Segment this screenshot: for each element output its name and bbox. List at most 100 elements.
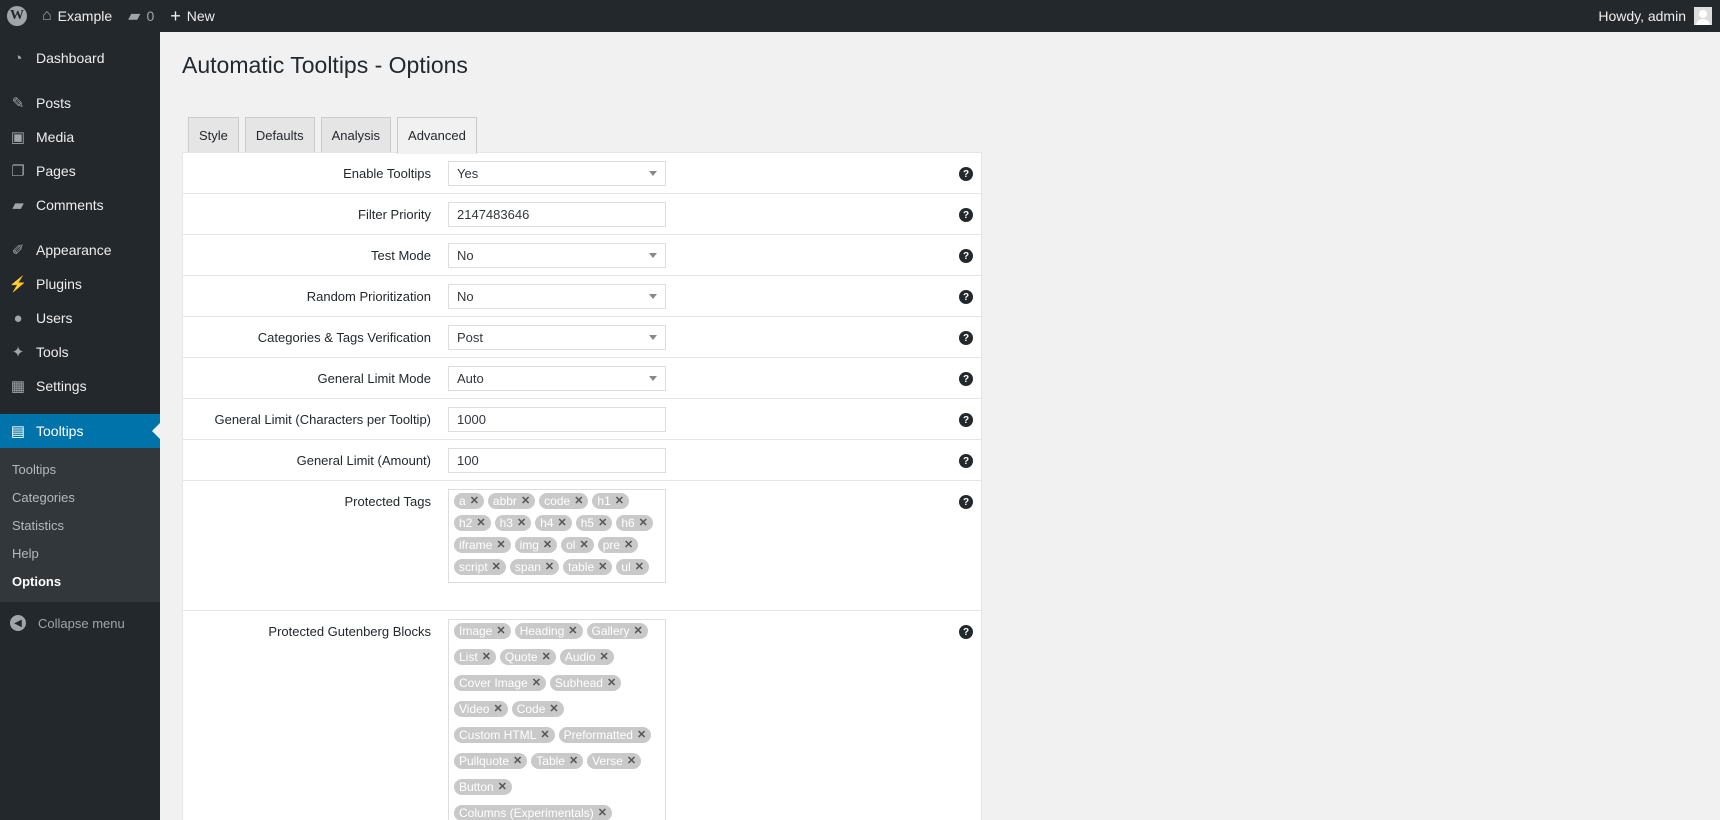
remove-tag-icon[interactable]: ✕ <box>635 559 644 575</box>
remove-tag-icon[interactable]: ✕ <box>598 515 607 531</box>
new-content-link[interactable]: + New <box>162 0 223 32</box>
tab-defaults[interactable]: Defaults <box>244 117 315 153</box>
menu-comments[interactable]: ▰ Comments <box>0 188 160 222</box>
test-mode-select[interactable]: No <box>448 243 666 268</box>
remove-tag-icon[interactable]: ✕ <box>627 753 636 769</box>
site-name-link[interactable]: ⌂ Example <box>34 0 120 32</box>
help-icon[interactable]: ? <box>959 167 973 181</box>
submenu-statistics[interactable]: Statistics <box>0 511 160 539</box>
menu-dashboard[interactable]: ◔ Dashboard <box>0 41 160 75</box>
general-limit-chars-input[interactable]: 1000 <box>448 407 666 432</box>
remove-tag-icon[interactable]: ✕ <box>634 623 643 639</box>
tag-chip: Button ✕ <box>454 779 512 795</box>
enable-tooltips-select[interactable]: Yes <box>448 161 666 186</box>
select-value: Yes <box>457 166 479 181</box>
remove-tag-icon[interactable]: ✕ <box>532 675 541 691</box>
tooltip-icon: ▤ <box>10 423 26 440</box>
help-icon[interactable]: ? <box>959 413 973 427</box>
remove-tag-icon[interactable]: ✕ <box>496 623 505 639</box>
collapse-menu-button[interactable]: ◀ Collapse menu <box>0 606 160 640</box>
remove-tag-icon[interactable]: ✕ <box>513 753 522 769</box>
remove-tag-icon[interactable]: ✕ <box>607 675 616 691</box>
menu-appearance[interactable]: ✐ Appearance <box>0 233 160 267</box>
tag-label: ol <box>566 538 576 552</box>
remove-tag-icon[interactable]: ✕ <box>492 559 501 575</box>
remove-tag-icon[interactable]: ✕ <box>482 649 491 665</box>
help-icon[interactable]: ? <box>959 290 973 304</box>
menu-tools[interactable]: ✦ Tools <box>0 335 160 369</box>
help-icon[interactable]: ? <box>959 249 973 263</box>
remove-tag-icon[interactable]: ✕ <box>470 493 479 509</box>
tag-label: Code <box>516 702 546 716</box>
tag-label: table <box>568 560 595 574</box>
option-row: General Limit (Amount) 100 ? <box>183 440 981 481</box>
submenu-help[interactable]: Help <box>0 539 160 567</box>
help-icon[interactable]: ? <box>959 625 973 639</box>
remove-tag-icon[interactable]: ✕ <box>476 515 485 531</box>
menu-posts[interactable]: ✎ Posts <box>0 86 160 120</box>
menu-pages[interactable]: ❐ Pages <box>0 154 160 188</box>
comments-link[interactable]: ▰ 0 <box>120 0 162 32</box>
plus-icon: + <box>170 5 181 26</box>
tag-label: Subhead <box>554 676 603 690</box>
categories-tags-verification-select[interactable]: Post <box>448 325 666 350</box>
general-limit-amount-input[interactable]: 100 <box>448 448 666 473</box>
help-icon[interactable]: ? <box>959 495 973 509</box>
account-menu[interactable]: Howdy, admin <box>1590 0 1720 32</box>
remove-tag-icon[interactable]: ✕ <box>579 537 588 553</box>
plug-icon: ⚡ <box>8 276 28 293</box>
tag-label: script <box>459 560 488 574</box>
remove-tag-icon[interactable]: ✕ <box>600 649 609 665</box>
wordpress-logo[interactable]: W <box>0 0 34 32</box>
remove-tag-icon[interactable]: ✕ <box>624 537 633 553</box>
remove-tag-icon[interactable]: ✕ <box>542 649 551 665</box>
remove-tag-icon[interactable]: ✕ <box>517 515 526 531</box>
select-value: Post <box>457 330 484 345</box>
tag-label: Cover Image <box>459 676 528 690</box>
help-icon[interactable]: ? <box>959 372 973 386</box>
remove-tag-icon[interactable]: ✕ <box>498 779 507 795</box>
remove-tag-icon[interactable]: ✕ <box>543 537 552 553</box>
tab-analysis[interactable]: Analysis <box>320 117 392 153</box>
random-prioritization-select[interactable]: No <box>448 284 666 309</box>
remove-tag-icon[interactable]: ✕ <box>598 805 607 820</box>
brush-icon: ✐ <box>11 242 25 259</box>
remove-tag-icon[interactable]: ✕ <box>540 727 549 743</box>
remove-tag-icon[interactable]: ✕ <box>574 493 583 509</box>
remove-tag-icon[interactable]: ✕ <box>615 493 624 509</box>
menu-plugins[interactable]: ⚡ Plugins <box>0 267 160 301</box>
avatar <box>1694 7 1712 25</box>
remove-tag-icon[interactable]: ✕ <box>549 701 558 717</box>
options-tabs: Style Defaults Analysis Advanced <box>188 117 483 154</box>
option-row: General Limit Mode Auto ? <box>183 358 981 399</box>
settings-icon: ▦ <box>10 378 26 395</box>
remove-tag-icon[interactable]: ✕ <box>558 515 567 531</box>
page-title: Automatic Tooltips - Options <box>182 52 468 78</box>
menu-tooltips[interactable]: ▤ Tooltips <box>0 414 160 448</box>
protected-tags-input[interactable]: a ✕ abbr ✕ code ✕ h1 ✕ h2 ✕ h3 ✕ h4 ✕ h5 ✕ h6 ✕ iframe ✕ img… <box>448 489 666 583</box>
protected-blocks-input[interactable]: Image ✕ Heading ✕ Gallery ✕ List ✕ Quote ✕ Audio ✕ C… <box>448 619 666 820</box>
remove-tag-icon[interactable]: ✕ <box>637 727 646 743</box>
tab-style[interactable]: Style <box>188 117 239 153</box>
remove-tag-icon[interactable]: ✕ <box>639 515 648 531</box>
menu-users[interactable]: ● Users <box>0 301 160 335</box>
general-limit-mode-select[interactable]: Auto <box>448 366 666 391</box>
remove-tag-icon[interactable]: ✕ <box>569 753 578 769</box>
menu-settings[interactable]: ▦ Settings <box>0 369 160 403</box>
remove-tag-icon[interactable]: ✕ <box>545 559 554 575</box>
tab-advanced[interactable]: Advanced <box>397 117 477 154</box>
submenu-categories[interactable]: Categories <box>0 483 160 511</box>
menu-media[interactable]: ▣ Media <box>0 120 160 154</box>
remove-tag-icon[interactable]: ✕ <box>493 701 502 717</box>
submenu-tooltips[interactable]: Tooltips <box>0 455 160 483</box>
help-icon[interactable]: ? <box>959 454 973 468</box>
remove-tag-icon[interactable]: ✕ <box>496 537 505 553</box>
help-icon[interactable]: ? <box>959 331 973 345</box>
wordpress-icon: W <box>7 6 27 26</box>
help-icon[interactable]: ? <box>959 208 973 222</box>
remove-tag-icon[interactable]: ✕ <box>568 623 577 639</box>
filter-priority-input[interactable]: 2147483646 <box>448 202 666 227</box>
remove-tag-icon[interactable]: ✕ <box>521 493 530 509</box>
submenu-options[interactable]: Options <box>0 567 160 595</box>
remove-tag-icon[interactable]: ✕ <box>598 559 607 575</box>
